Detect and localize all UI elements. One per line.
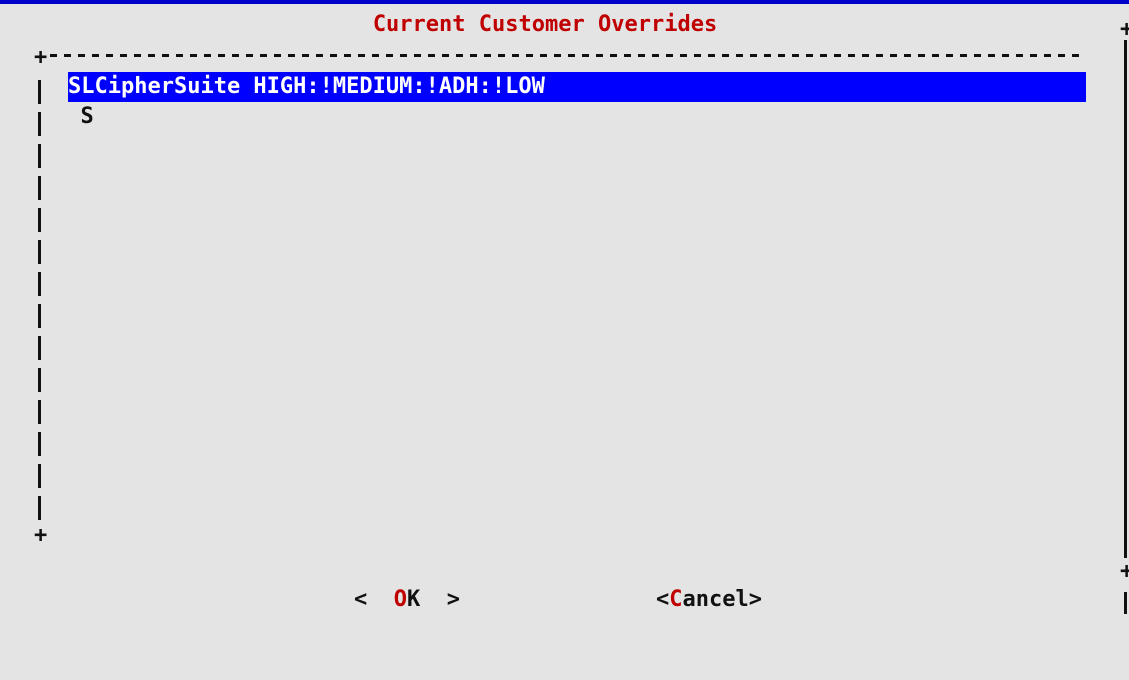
dialog-title: Current Customer Overrides xyxy=(372,12,718,37)
ok-button-hotkey: O xyxy=(393,587,407,612)
ok-button-right-bracket: > xyxy=(420,587,460,612)
list-item-label: SLCipherSuite HIGH:!MEDIUM:!ADH:!LOW xyxy=(68,72,1086,102)
list-item[interactable]: S SLCipherSuite HIGH:!MEDIUM:!ADH:!LOW xyxy=(52,72,1086,129)
cancel-button-right-bracket: > xyxy=(748,587,762,612)
list-item-hotkey: S xyxy=(80,104,94,129)
cancel-button[interactable]: <Cancel> xyxy=(656,584,762,616)
dialog-corner-top-right: + xyxy=(1120,17,1129,42)
listbox-top-border xyxy=(50,54,1084,57)
ok-button-label-rest: K xyxy=(407,587,421,612)
listbox-left-border xyxy=(38,80,41,520)
ok-button-left-bracket: < xyxy=(354,587,394,612)
listbox-corner-top-left: + xyxy=(34,45,48,70)
dialog-right-border xyxy=(1124,40,1127,558)
listbox-corner-bottom-left: + xyxy=(34,523,48,548)
cancel-button-label-rest: ancel xyxy=(682,587,749,612)
ok-button[interactable]: < OK > xyxy=(354,584,460,616)
cancel-button-hotkey: C xyxy=(669,587,683,612)
button-bar: < OK > <Cancel> xyxy=(0,584,1129,616)
dialog-corner-bottom-right: + xyxy=(1120,559,1129,584)
dialog-top-border xyxy=(0,0,1129,4)
cancel-button-left-bracket: < xyxy=(656,587,670,612)
